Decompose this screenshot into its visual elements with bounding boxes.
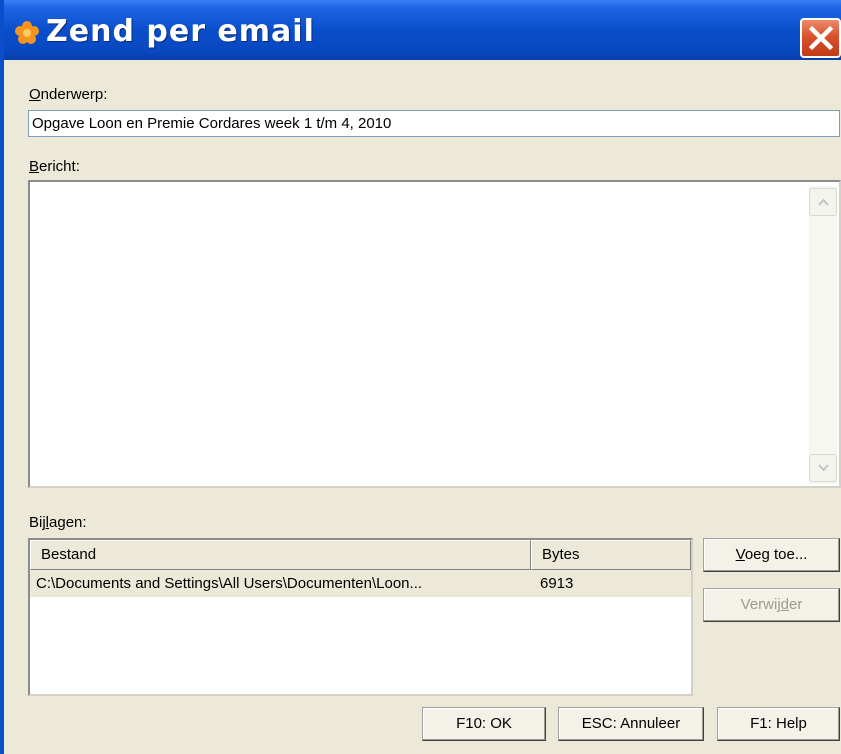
- attachment-bytes-cell: 6913: [540, 575, 574, 592]
- attachments-label: Bijlagen:: [29, 514, 87, 531]
- attachment-file-cell: C:\Documents and Settings\All Users\Docu…: [36, 575, 423, 592]
- cancel-button[interactable]: ESC: Annuleer: [558, 707, 704, 741]
- table-row[interactable]: C:\Documents and Settings\All Users\Docu…: [30, 570, 691, 597]
- close-button[interactable]: [800, 18, 841, 58]
- app-flower-icon: [14, 20, 40, 46]
- help-button[interactable]: F1: Help: [717, 707, 840, 741]
- subject-input[interactable]: Opgave Loon en Premie Cordares week 1 t/…: [28, 110, 840, 137]
- window-title: Zend per email: [46, 14, 315, 49]
- scroll-up-button[interactable]: [809, 188, 837, 216]
- close-icon: [808, 25, 834, 51]
- ok-button[interactable]: F10: OK: [422, 707, 546, 741]
- subject-label: Onderwerp:: [29, 86, 108, 103]
- scroll-down-button[interactable]: [809, 454, 837, 482]
- column-header-file[interactable]: Bestand: [30, 540, 531, 570]
- scroll-up-arrow-icon: [818, 198, 829, 206]
- message-scrollbar[interactable]: [809, 186, 837, 484]
- attachments-list[interactable]: Bestand Bytes C:\Documents and Settings\…: [28, 538, 693, 696]
- column-header-bytes[interactable]: Bytes: [531, 540, 691, 570]
- message-textarea[interactable]: [28, 180, 841, 488]
- title-bar[interactable]: Zend per email: [4, 0, 841, 60]
- email-dialog: Zend per email Onderwerp: Opgave Loon en…: [0, 0, 841, 754]
- remove-attachment-button[interactable]: Verwijder: [703, 588, 840, 622]
- scroll-down-arrow-icon: [818, 464, 829, 472]
- message-label: Bericht:: [29, 158, 80, 175]
- add-attachment-button[interactable]: Voeg toe...: [703, 538, 840, 572]
